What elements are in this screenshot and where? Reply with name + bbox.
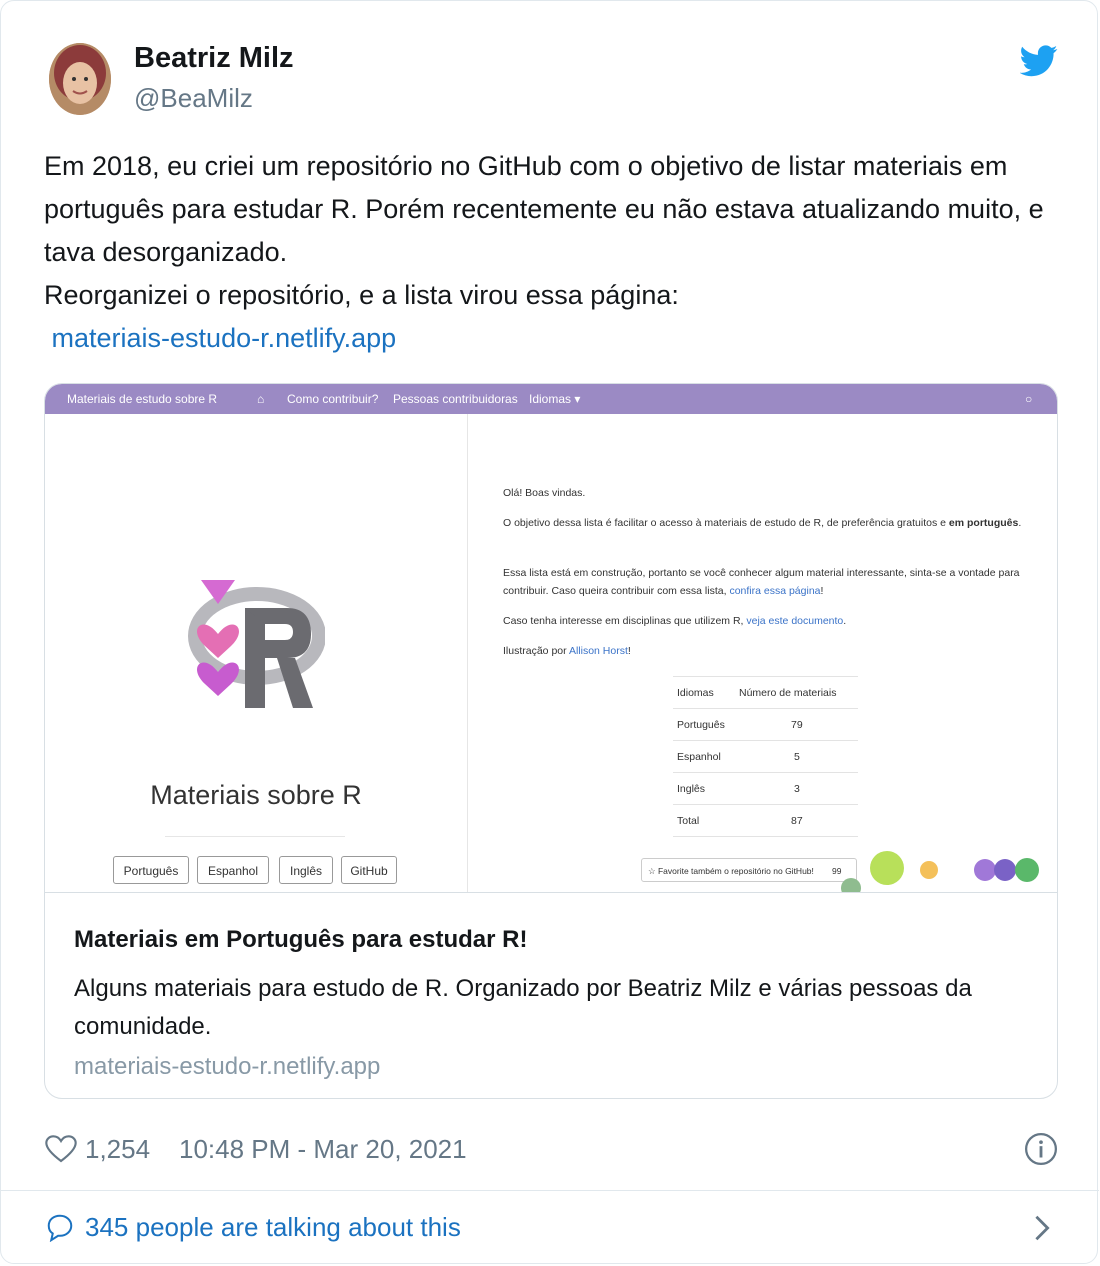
- like-count[interactable]: 1,254: [85, 1134, 150, 1165]
- preview-navbar: Materiais de estudo sobre R ⌂ Como contr…: [45, 384, 1057, 414]
- preview-star-button: ☆ Favorite também o repositório no GitHu…: [641, 858, 857, 882]
- preview-text-4: Caso tenha interesse em disciplinas que …: [503, 612, 1023, 630]
- preview-text-2b: em português: [948, 517, 1019, 529]
- preview-text-5c: !: [627, 645, 631, 657]
- preview-table-row: Total 87: [673, 805, 858, 837]
- tweet-paragraph-1: Em 2018, eu criei um repositório no GitH…: [44, 151, 1044, 267]
- preview-text-5: Ilustração por Allison Horst!: [503, 642, 1023, 660]
- preview-btn-github: GitHub: [341, 856, 397, 884]
- preview-link-allison: Allison Horst: [568, 645, 628, 657]
- preview-screenshot[interactable]: Materiais de estudo sobre R ⌂ Como contr…: [45, 384, 1057, 893]
- illustration-monsters-icon: [841, 851, 1039, 892]
- preview-text-3c: !: [820, 585, 824, 597]
- preview-home-icon: ⌂: [257, 392, 265, 406]
- author-handle[interactable]: @BeaMilz: [134, 83, 253, 114]
- preview-btn-espanhol: Espanhol: [197, 856, 269, 884]
- preview-text-2: O objetivo dessa lista é facilitar o ace…: [503, 514, 1023, 532]
- preview-text-1: Olá! Boas vindas.: [503, 487, 586, 499]
- preview-table: Idiomas Número de materiais Português 79…: [673, 676, 858, 837]
- card-title[interactable]: Materiais em Português para estudar R!: [74, 926, 527, 954]
- preview-nav-item: Idiomas ▾: [529, 392, 581, 406]
- preview-table-header-cell: Idiomas: [677, 687, 714, 699]
- footer-divider: [1, 1190, 1099, 1191]
- preview-text-4a: Caso tenha interesse em disciplinas que …: [503, 615, 747, 627]
- preview-table-cell: 3: [794, 783, 800, 795]
- preview-link-contribute: confira essa página: [729, 585, 821, 597]
- preview-text-2a: O objetivo dessa lista é facilitar o ace…: [503, 517, 949, 529]
- link-preview-card[interactable]: Materiais de estudo sobre R ⌂ Como contr…: [44, 383, 1058, 1099]
- tweet-link[interactable]: materiais-estudo-r.netlify.app: [44, 317, 1054, 360]
- preview-divider: [165, 836, 345, 837]
- preview-left-panel: Materiais sobre R Português Espanhol Ing…: [45, 414, 468, 892]
- timestamp[interactable]: 10:48 PM - Mar 20, 2021: [179, 1134, 467, 1165]
- author-name[interactable]: Beatriz Milz: [134, 42, 294, 75]
- info-icon[interactable]: [1024, 1132, 1058, 1166]
- preview-table-row: Inglês 3: [673, 773, 858, 805]
- preview-btn-ingles: Inglês: [279, 856, 333, 884]
- reply-bubble-icon[interactable]: [45, 1212, 75, 1242]
- preview-table-header-cell: Número de materiais: [739, 687, 837, 699]
- preview-text-2c: .: [1018, 517, 1022, 529]
- chevron-right-icon[interactable]: [1031, 1214, 1053, 1242]
- preview-table-cell: Português: [677, 719, 725, 731]
- tweet-text: Em 2018, eu criei um repositório no GitH…: [44, 145, 1054, 360]
- r-logo-icon: [188, 580, 325, 708]
- tweet-card: Beatriz Milz @BeaMilz Em 2018, eu criei …: [0, 0, 1099, 1264]
- preview-text-4c: .: [843, 615, 847, 627]
- preview-github-icon: ○: [1025, 392, 1033, 406]
- preview-table-cell: Inglês: [677, 783, 706, 795]
- twitter-bird-icon[interactable]: [1020, 45, 1058, 77]
- card-url[interactable]: materiais-estudo-r.netlify.app: [74, 1053, 380, 1081]
- preview-star-label: ☆ Favorite também o repositório no GitHu…: [648, 866, 814, 876]
- preview-table-header: Idiomas Número de materiais: [673, 676, 858, 709]
- preview-table-cell: Total: [677, 815, 700, 827]
- preview-site-title: Materiais sobre R: [150, 780, 362, 810]
- preview-text-5a: Ilustração por: [503, 645, 569, 657]
- tweet-paragraph-2: Reorganizei o repositório, e a lista vir…: [44, 280, 679, 310]
- preview-table-row: Português 79: [673, 709, 858, 741]
- heart-icon[interactable]: [45, 1134, 77, 1164]
- card-description: Alguns materiais para estudo de R. Organ…: [74, 975, 972, 1040]
- preview-table-cell: 5: [794, 751, 800, 763]
- preview-brand: Materiais de estudo sobre R: [67, 392, 218, 406]
- conversation-link[interactable]: 345 people are talking about this: [85, 1212, 461, 1243]
- preview-text-3: Essa lista está em construção, portanto …: [503, 564, 1023, 600]
- avatar[interactable]: [49, 43, 111, 115]
- preview-table-row: Espanhol 5: [673, 741, 858, 773]
- preview-table-cell: 87: [791, 815, 803, 827]
- preview-nav-item: Pessoas contribuidoras: [393, 392, 518, 406]
- preview-nav-item: Como contribuir?: [287, 392, 379, 406]
- preview-btn-portugues: Português: [113, 856, 189, 884]
- preview-link-document: veja este documento: [746, 615, 844, 627]
- tweet-link-text[interactable]: materiais-estudo-r.netlify.app: [52, 323, 397, 353]
- card-footer[interactable]: Materiais em Português para estudar R! A…: [45, 892, 1057, 1098]
- preview-table-cell: Espanhol: [677, 751, 721, 763]
- preview-table-cell: 79: [791, 719, 803, 731]
